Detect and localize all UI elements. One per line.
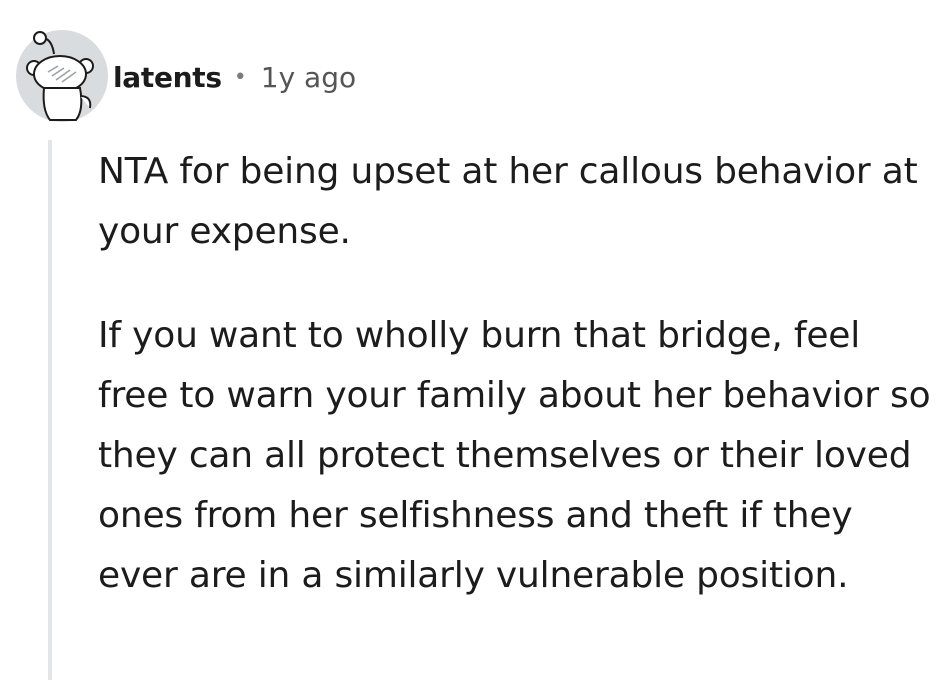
meta-separator: • xyxy=(233,64,247,90)
comment-paragraph: NTA for being upset at her callous behav… xyxy=(98,151,918,252)
username-link[interactable]: latents xyxy=(113,61,222,94)
comment-body: NTA for being upset at her callous behav… xyxy=(98,142,938,650)
comment-paragraph: If you want to wholly burn that bridge, … xyxy=(98,315,931,596)
snoo-avatar-icon xyxy=(16,30,108,122)
thread-line[interactable] xyxy=(48,140,52,680)
comment-header: latents • 1y ago xyxy=(113,52,356,102)
avatar[interactable] xyxy=(14,26,110,122)
comment: latents • 1y ago NTA for being upset at … xyxy=(0,0,946,680)
comment-timestamp[interactable]: 1y ago xyxy=(261,61,356,94)
